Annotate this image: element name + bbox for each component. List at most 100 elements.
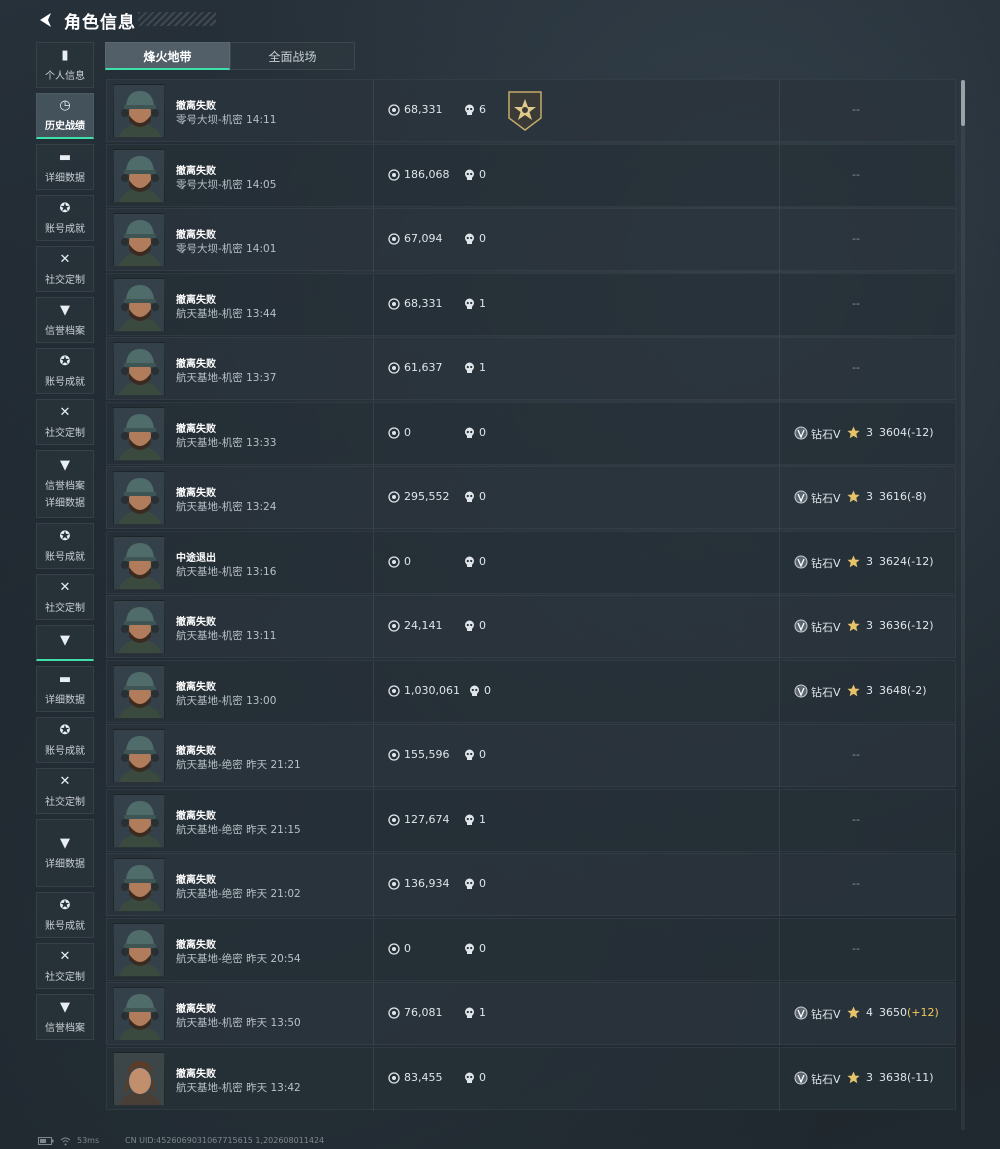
sidebar-item-10[interactable]: ✕ 社交定制 <box>36 574 94 620</box>
money-icon <box>388 491 400 503</box>
match-kills: 0 <box>484 683 491 697</box>
match-row[interactable]: 中途退出 航天基地-机密 13:16 0 0 钻石V 3 3624(-12) <box>106 530 956 595</box>
operator-avatar <box>113 406 165 461</box>
scrollbar-thumb[interactable] <box>961 80 965 126</box>
tab-0[interactable]: 烽火地带 <box>105 42 230 70</box>
rank-score-delta: (-12) <box>907 619 934 632</box>
match-map-time: 航天基地-机密 13:16 <box>176 565 277 578</box>
sidebar-item-7[interactable]: ✕ 社交定制 <box>36 399 94 445</box>
scrollbar-track[interactable] <box>961 80 965 1130</box>
match-result: 撤离失败 <box>176 810 216 822</box>
ping-readout: 53ms <box>77 1136 100 1145</box>
match-row[interactable]: 撤离失败 航天基地-机密 13:44 68,331 1 -- <box>106 272 956 337</box>
rank-stars: 3 <box>866 1070 873 1084</box>
medal-icon: ✪ <box>59 353 71 369</box>
column-divider <box>373 983 374 1046</box>
rank-stars: 3 <box>866 554 873 568</box>
rank-stars: 3 <box>866 490 873 503</box>
match-history-list[interactable]: 撤离失败 零号大坝-机密 14:11 68,331 6 -- 撤离失败 零号大坝-机密 1… <box>106 79 956 1131</box>
folder-icon: ▬ <box>58 671 72 687</box>
match-row[interactable]: 撤离失败 航天基地-机密 13:33 0 0 钻石V 3 3604(-12) <box>106 401 956 466</box>
skull-icon <box>465 427 474 438</box>
sidebar-item-0[interactable]: ▮ 个人信息 <box>36 42 94 88</box>
sidebar-item-13[interactable]: ✪ 账号成就 <box>36 717 94 763</box>
match-row[interactable]: 撤离失败 航天基地-绝密 昨天 21:21 155,596 0 -- <box>106 724 956 788</box>
match-row[interactable]: 撤离失败 航天基地-机密 昨天 13:42 83,455 0 钻石V 3 3638(-11) <box>106 1046 956 1111</box>
match-map-time: 航天基地-机密 13:24 <box>176 501 277 513</box>
column-divider <box>373 80 374 143</box>
battery-icon <box>38 1137 54 1145</box>
title-decoration <box>138 12 216 26</box>
match-row[interactable]: 撤离失败 零号大坝-机密 14:01 67,094 0 -- <box>106 208 956 272</box>
sidebar-item-9[interactable]: ✪ 账号成就 <box>36 523 94 569</box>
rank-score-value: 3636 <box>879 619 907 632</box>
sidebar-item-17[interactable]: ✕ 社交定制 <box>36 943 94 989</box>
rank-score-value: 3648 <box>879 683 907 697</box>
match-row[interactable]: 撤离失败 航天基地-绝密 昨天 21:02 136,934 0 -- <box>106 853 956 917</box>
match-kills: 0 <box>479 941 486 955</box>
match-row[interactable]: 撤离失败 航天基地-绝密 昨天 21:15 127,674 1 -- <box>106 788 956 853</box>
sidebar-item-label: 账号成就 <box>45 920 85 932</box>
status-footer: 53ms CN UID:4526069031067715615 1,202608… <box>0 1134 1000 1149</box>
match-result: 撤离失败 <box>176 488 216 499</box>
match-map-time: 零号大坝-机密 14:01 <box>176 243 277 255</box>
skull-icon <box>465 943 474 954</box>
shield-icon: ▼ <box>60 999 70 1015</box>
column-divider <box>779 983 780 1046</box>
sidebar-item-label: 信誉档案 <box>45 481 85 492</box>
match-money: 67,094 <box>404 232 443 245</box>
match-row[interactable]: 撤离失败 航天基地-机密 昨天 13:50 76,081 1 钻石V 4 3650(+12) <box>106 982 956 1046</box>
rank-stars: 4 <box>866 1006 873 1019</box>
clock-icon: ◷ <box>59 98 71 113</box>
sidebar-item-label: 账号成就 <box>45 376 85 388</box>
column-divider <box>779 80 780 143</box>
match-money: 68,331 <box>404 103 443 116</box>
column-divider <box>373 531 374 595</box>
match-result: 撤离失败 <box>176 423 216 435</box>
match-kills: 0 <box>479 619 486 632</box>
sidebar-item-16[interactable]: ✪ 账号成就 <box>36 892 94 938</box>
operator-avatar <box>113 535 165 590</box>
sidebar-item-2[interactable]: ▬ 详细数据 <box>36 144 94 190</box>
star-icon <box>847 1006 860 1019</box>
tools-icon: ✕ <box>59 579 71 595</box>
column-divider <box>373 467 374 530</box>
medal-icon: ✪ <box>59 722 71 738</box>
sidebar-item-5[interactable]: ▼ 信誉档案 <box>36 297 94 343</box>
rank-score-delta: (-12) <box>907 425 934 439</box>
tab-1[interactable]: 全面战场 <box>230 42 355 70</box>
match-map-time: 零号大坝-机密 14:05 <box>176 178 277 191</box>
rank-score-delta: (-2) <box>907 683 927 697</box>
money-icon <box>388 426 400 439</box>
match-row[interactable]: 撤离失败 航天基地-机密 13:11 24,141 0 钻石V 3 3636(-12) <box>106 595 956 659</box>
back-arrow-icon[interactable] <box>36 10 56 30</box>
sidebar-item-15[interactable]: ▼ 详细数据 <box>36 819 94 887</box>
match-row[interactable]: 撤离失败 航天基地-绝密 昨天 20:54 0 0 -- <box>106 917 956 982</box>
sidebar-item-11[interactable]: ▼ <box>36 625 94 661</box>
rank-score: 3638(-11) <box>879 1071 934 1084</box>
match-row[interactable]: 撤离失败 零号大坝-机密 14:05 186,068 0 -- <box>106 143 956 208</box>
match-money: 186,068 <box>404 167 450 181</box>
match-row[interactable]: 撤离失败 航天基地-机密 13:24 295,552 0 钻石V 3 3616(-8) <box>106 466 956 530</box>
operator-avatar <box>113 600 165 654</box>
sidebar-item-1[interactable]: ◷ 历史战绩 <box>36 93 94 139</box>
match-row[interactable]: 撤离失败 航天基地-机密 13:37 61,637 1 -- <box>106 337 956 401</box>
match-result: 撤离失败 <box>176 294 216 306</box>
sidebar-item-4[interactable]: ✕ 社交定制 <box>36 246 94 292</box>
match-row[interactable]: 撤离失败 零号大坝-机密 14:11 68,331 6 -- <box>106 79 956 143</box>
sidebar-item-8[interactable]: ▼ 信誉档案 详细数据 <box>36 450 94 518</box>
money-icon <box>388 297 400 310</box>
sidebar-item-12[interactable]: ▬ 详细数据 <box>36 666 94 712</box>
sidebar-item-18[interactable]: ▼ 信誉档案 <box>36 994 94 1040</box>
sidebar-item-14[interactable]: ✕ 社交定制 <box>36 768 94 814</box>
header: 角色信息 <box>0 0 1000 40</box>
column-divider <box>779 467 780 530</box>
sidebar-item-6[interactable]: ✪ 账号成就 <box>36 348 94 394</box>
match-money: 68,331 <box>404 296 443 310</box>
match-row[interactable]: 撤离失败 航天基地-机密 13:00 1,030,061 0 钻石V 3 3648(-2) <box>106 659 956 724</box>
column-divider <box>373 402 374 466</box>
sidebar-item-3[interactable]: ✪ 账号成就 <box>36 195 94 241</box>
skull-icon <box>465 104 474 115</box>
rank-diamond-icon <box>794 1006 808 1020</box>
skull-icon <box>465 1072 474 1083</box>
